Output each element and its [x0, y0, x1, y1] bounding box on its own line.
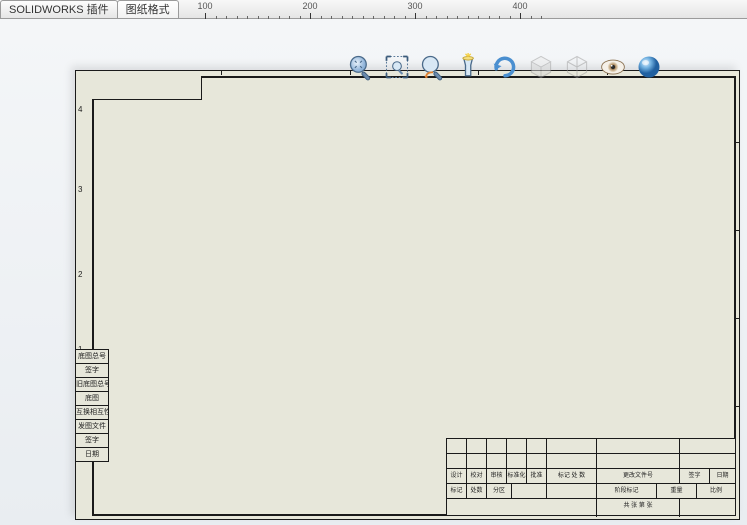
shaded-cube-icon [527, 53, 555, 81]
stub-item: 日期 [76, 447, 109, 462]
view-toolbar [345, 50, 665, 84]
drawing-sheet[interactable]: 4 3 2 1 底图总号 签字 旧底图总号 底图 互换相互性 发图文件 签字 [75, 70, 740, 520]
drawing-viewport[interactable]: 4 3 2 1 底图总号 签字 旧底图总号 底图 互换相互性 发图文件 签字 [0, 19, 747, 525]
redo-view-button[interactable] [489, 51, 521, 83]
eye-icon [599, 53, 627, 81]
sphere-icon [635, 53, 663, 81]
zoom-area-button[interactable] [381, 51, 413, 83]
stub-item: 底图 [76, 391, 109, 406]
revision-stubs: 底图总号 签字 旧底图总号 底图 互换相互性 发图文件 签字 日期 [76, 349, 109, 461]
redo-arrow-icon [491, 53, 519, 81]
section-view-button[interactable] [453, 51, 485, 83]
magnifier-back-icon [419, 53, 447, 81]
sheet-corner-notch [92, 76, 202, 100]
stub-item: 发图文件 [76, 419, 109, 434]
previous-view-button[interactable] [417, 51, 449, 83]
stub-item: 签字 [76, 433, 109, 448]
wireframe-button[interactable] [561, 51, 593, 83]
wire-cube-icon [563, 53, 591, 81]
magnifier-fit-icon [347, 53, 375, 81]
stub-item: 底图总号 [76, 349, 109, 364]
tab-sheet-format[interactable]: 图纸格式 [117, 0, 179, 19]
zoom-fit-button[interactable] [345, 51, 377, 83]
hide-show-button[interactable] [597, 51, 629, 83]
stub-item: 互换相互性 [76, 405, 109, 420]
flashlight-icon [455, 53, 483, 81]
appearance-button[interactable] [633, 51, 665, 83]
title-block[interactable]: 设计 校对 审核 标准化 批准 标记 处 数 更改文件号 签字 日期 标记 处数… [446, 438, 736, 516]
display-style-button[interactable] [525, 51, 557, 83]
stub-item: 签字 [76, 363, 109, 378]
stub-item: 旧底图总号 [76, 377, 109, 392]
tab-plugin[interactable]: SOLIDWORKS 插件 [0, 0, 118, 19]
zoom-area-icon [383, 53, 411, 81]
